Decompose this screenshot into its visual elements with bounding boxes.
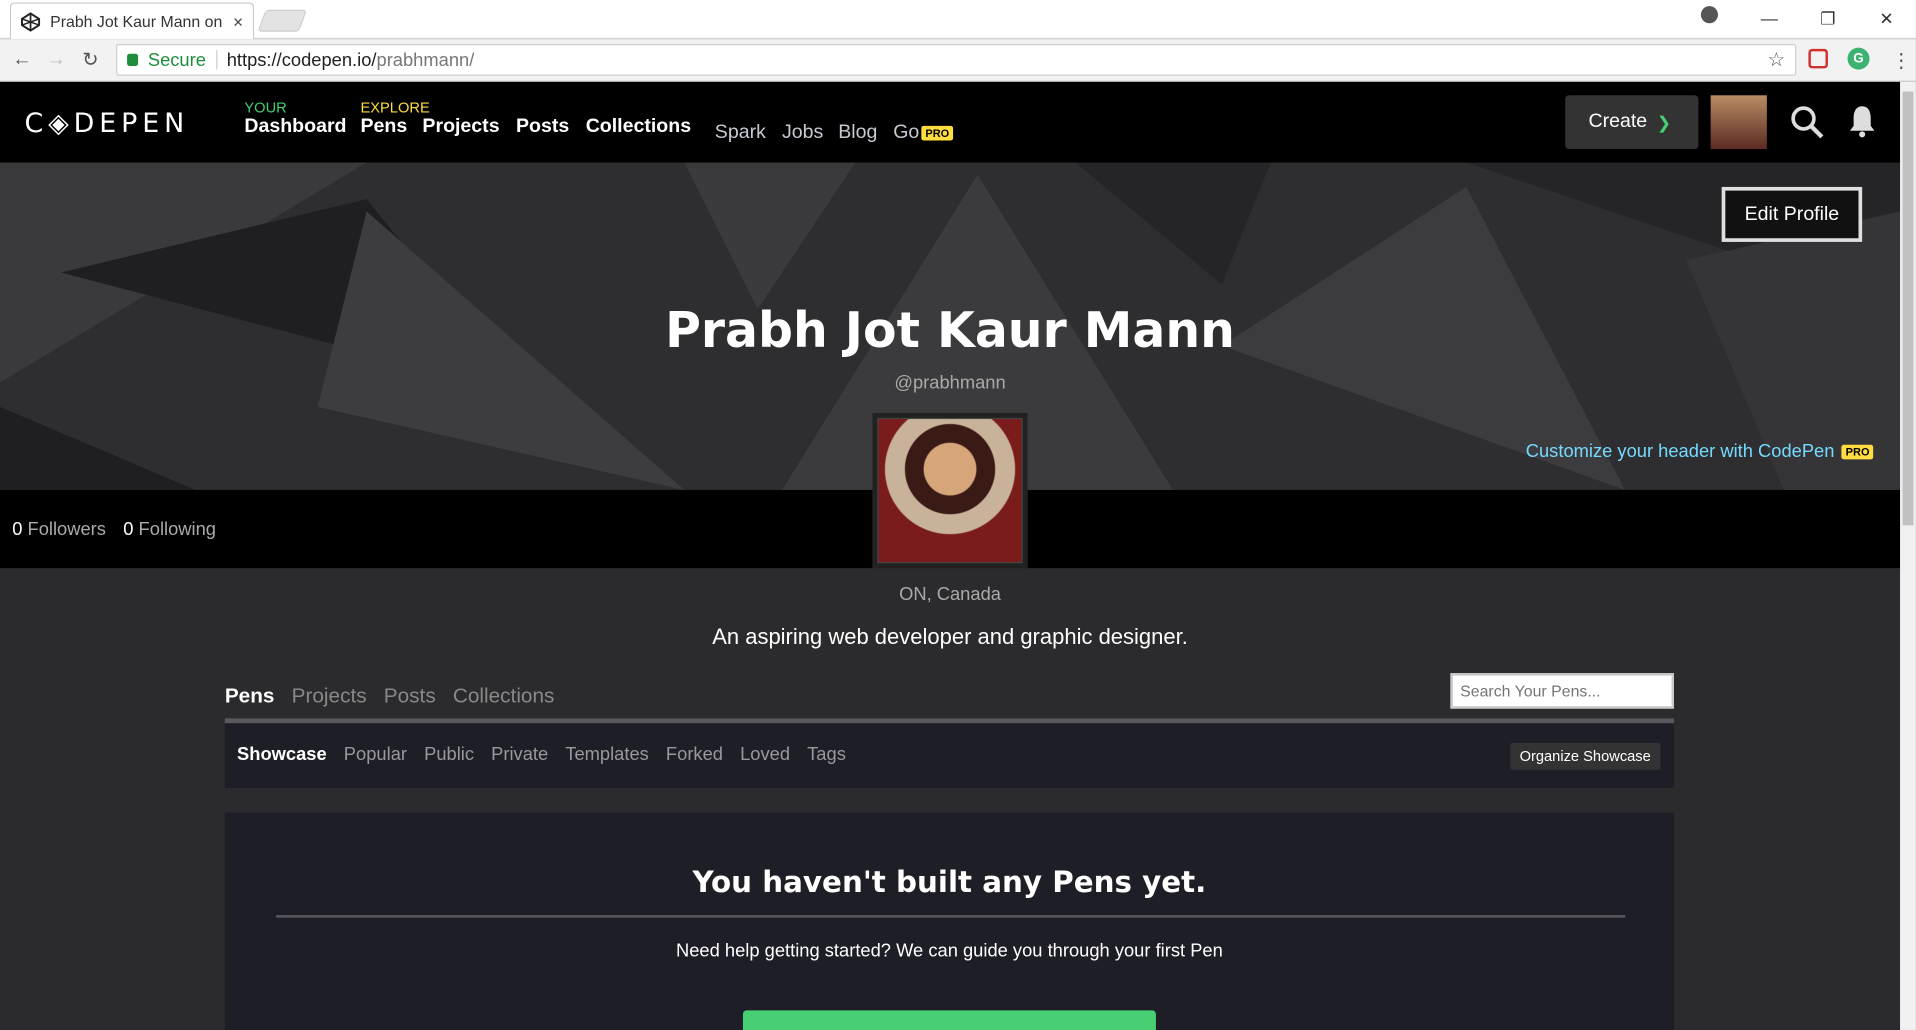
nav-spark[interactable]: Spark [715,122,766,144]
nav-explore: EXPLORE Pens Projects Posts Collections [360,99,691,138]
url-host: https://codepen.io/ [226,49,377,71]
browser-window: Prabh Jot Kaur Mann on × — ❐ ✕ ← → ↻ Sec… [0,0,1916,1030]
content-tabs: Pens Projects Posts Collections [225,684,555,708]
back-icon[interactable]: ← [5,49,39,71]
tab-strip: Prabh Jot Kaur Mann on × — ❐ ✕ [0,0,1916,40]
following-count: 0 [123,519,134,541]
page-scrollbar[interactable] [1900,81,1916,1030]
customize-header-link[interactable]: Customize your header with CodePen PRO [1525,441,1874,462]
nav-projects[interactable]: Projects [422,116,499,137]
codepen-logo[interactable]: C◈DEPEN [24,109,189,140]
nav-go-label: Go [893,122,920,143]
filter-tags[interactable]: Tags [807,744,846,765]
following-label: Following [138,519,216,541]
site-header: C◈DEPEN YOUR Dashboard EXPLORE Pens Proj… [0,81,1901,163]
browser-menu-icon[interactable]: ⋮ [1892,49,1912,73]
maximize-button[interactable]: ❐ [1799,8,1858,29]
followers-link[interactable]: 0 Followers [12,519,106,540]
empty-state-title: You haven't built any Pens yet. [692,865,1207,900]
create-label: Create [1588,111,1648,132]
account-icon[interactable] [1700,6,1718,24]
tab-close-icon[interactable]: × [233,12,243,32]
filter-popular[interactable]: Popular [344,744,407,765]
nav-go[interactable]: Go PRO [893,122,953,144]
grammarly-extension-icon[interactable]: G [1847,47,1870,70]
nav-blog[interactable]: Blog [838,122,877,144]
reload-icon[interactable]: ↻ [73,48,107,72]
tab-title: Prabh Jot Kaur Mann on [50,12,223,31]
tab-projects[interactable]: Projects [292,684,367,708]
profile-name: Prabh Jot Kaur Mann [665,303,1235,360]
empty-state-divider [276,915,1626,918]
browser-tab[interactable]: Prabh Jot Kaur Mann on × [9,2,255,40]
new-tab-button[interactable] [257,9,308,32]
address-separator [215,50,217,70]
filter-forked[interactable]: Forked [666,744,723,765]
get-started-button[interactable] [742,1010,1156,1030]
tab-collections[interactable]: Collections [453,684,555,708]
close-window-button[interactable]: ✕ [1857,8,1916,29]
edit-profile-button[interactable]: Edit Profile [1721,186,1863,242]
toolbar: ← → ↻ Secure https://codepen.io/ prabhma… [0,39,1916,82]
pens-filter-tabs: Showcase Popular Public Private Template… [237,744,846,765]
profile-bio: An aspiring web developer and graphic de… [712,624,1188,649]
nav-collections[interactable]: Collections [586,116,691,137]
explore-label: EXPLORE [360,98,430,117]
organize-showcase-button[interactable]: Organize Showcase [1509,742,1661,770]
nav-dashboard[interactable]: Dashboard [244,116,346,137]
filter-public[interactable]: Public [424,744,474,765]
filter-private[interactable]: Private [491,744,548,765]
pocket-extension-icon[interactable] [1808,48,1828,69]
user-avatar[interactable] [1710,95,1767,150]
profile-handle: @prabhmann [894,372,1006,394]
filter-loved[interactable]: Loved [740,744,790,765]
chevron-down-icon: ❯ [1656,111,1672,132]
create-button[interactable]: Create ❯ [1565,95,1699,150]
pens-filter-bar: Showcase Popular Public Private Template… [224,723,1675,789]
scrollbar-thumb[interactable] [1902,91,1914,526]
profile-photo [878,419,1022,563]
pro-badge: PRO [921,125,953,141]
bell-icon[interactable] [1848,104,1877,138]
nav-pens[interactable]: Pens [360,116,407,137]
profile-avatar [872,412,1028,569]
codepen-favicon-icon [21,11,41,32]
empty-state: You haven't built any Pens yet. Need hel… [224,812,1675,1030]
nav-posts[interactable]: Posts [516,116,569,137]
your-label: YOUR [244,98,287,117]
tab-posts[interactable]: Posts [384,684,436,708]
window-controls: — ❐ ✕ [1740,0,1916,37]
lock-icon [127,53,139,66]
followers-count: 0 [12,519,23,541]
minimize-button[interactable]: — [1740,9,1799,29]
followers-label: Followers [27,519,106,541]
nav-your: YOUR Dashboard [244,99,346,138]
nav-jobs[interactable]: Jobs [782,122,823,144]
secure-label: Secure [147,49,206,71]
url-path: prabhmann/ [376,49,475,71]
tab-pens[interactable]: Pens [225,684,275,708]
bookmark-star-icon[interactable]: ☆ [1768,48,1786,72]
forward-icon[interactable]: → [39,49,73,71]
address-bar[interactable]: Secure https://codepen.io/ prabhmann/ ☆ [116,43,1797,76]
pro-badge: PRO [1841,444,1874,460]
following-link[interactable]: 0 Following [123,519,216,540]
filter-showcase[interactable]: Showcase [237,744,327,765]
empty-state-subtitle: Need help getting started? We can guide … [675,940,1223,962]
profile-location: ON, Canada [899,584,1001,605]
filter-templates[interactable]: Templates [565,744,649,765]
search-icon[interactable] [1790,105,1824,139]
search-pens-input[interactable] [1450,673,1675,709]
follow-stats: 0 Followers 0 Following [12,519,216,540]
customize-label: Customize your header with CodePen [1525,441,1835,462]
